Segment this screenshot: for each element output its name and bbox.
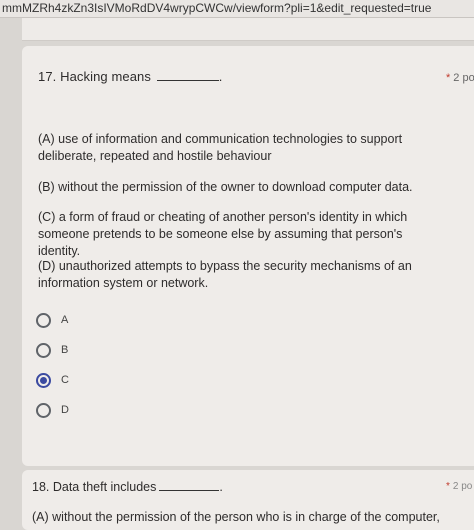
question-18-title: 18. Data theft includes. <box>32 479 223 494</box>
radio-button[interactable] <box>36 313 51 328</box>
choice-label: B <box>61 344 69 356</box>
option-a-text: (A) use of information and communication… <box>38 132 403 163</box>
option-d-text: (D) unauthorized attempts to bypass the … <box>38 259 412 290</box>
choice-label: A <box>61 314 69 326</box>
question-18-option-a-text: (A) without the permission of the person… <box>32 510 440 524</box>
question-18-points: * 2 po <box>446 481 473 492</box>
url-text: mmMZRh4zkZn3IsIVMoRdDV4wrypCWCw/viewform… <box>2 1 432 15</box>
previous-question-card <box>22 18 474 41</box>
required-asterisk: * <box>446 481 450 492</box>
question-17-points: * 2 po <box>446 72 474 84</box>
option-c-text: (C) a form of fraud or cheating of anoth… <box>38 210 408 258</box>
required-asterisk: * <box>446 72 451 84</box>
question-17-title: 17. Hacking means . <box>38 68 223 84</box>
answer-blank <box>159 479 220 491</box>
radio-button[interactable] <box>36 403 51 418</box>
radio-button-selected[interactable] <box>36 373 51 388</box>
option-b-text: (B) without the permission of the owner … <box>38 180 413 194</box>
choice-label: C <box>61 374 69 386</box>
radio-button[interactable] <box>36 343 51 358</box>
browser-url-bar[interactable]: mmMZRh4zkZn3IsIVMoRdDV4wrypCWCw/viewform… <box>0 0 474 18</box>
choice-label: D <box>61 404 69 416</box>
answer-blank <box>156 68 219 81</box>
